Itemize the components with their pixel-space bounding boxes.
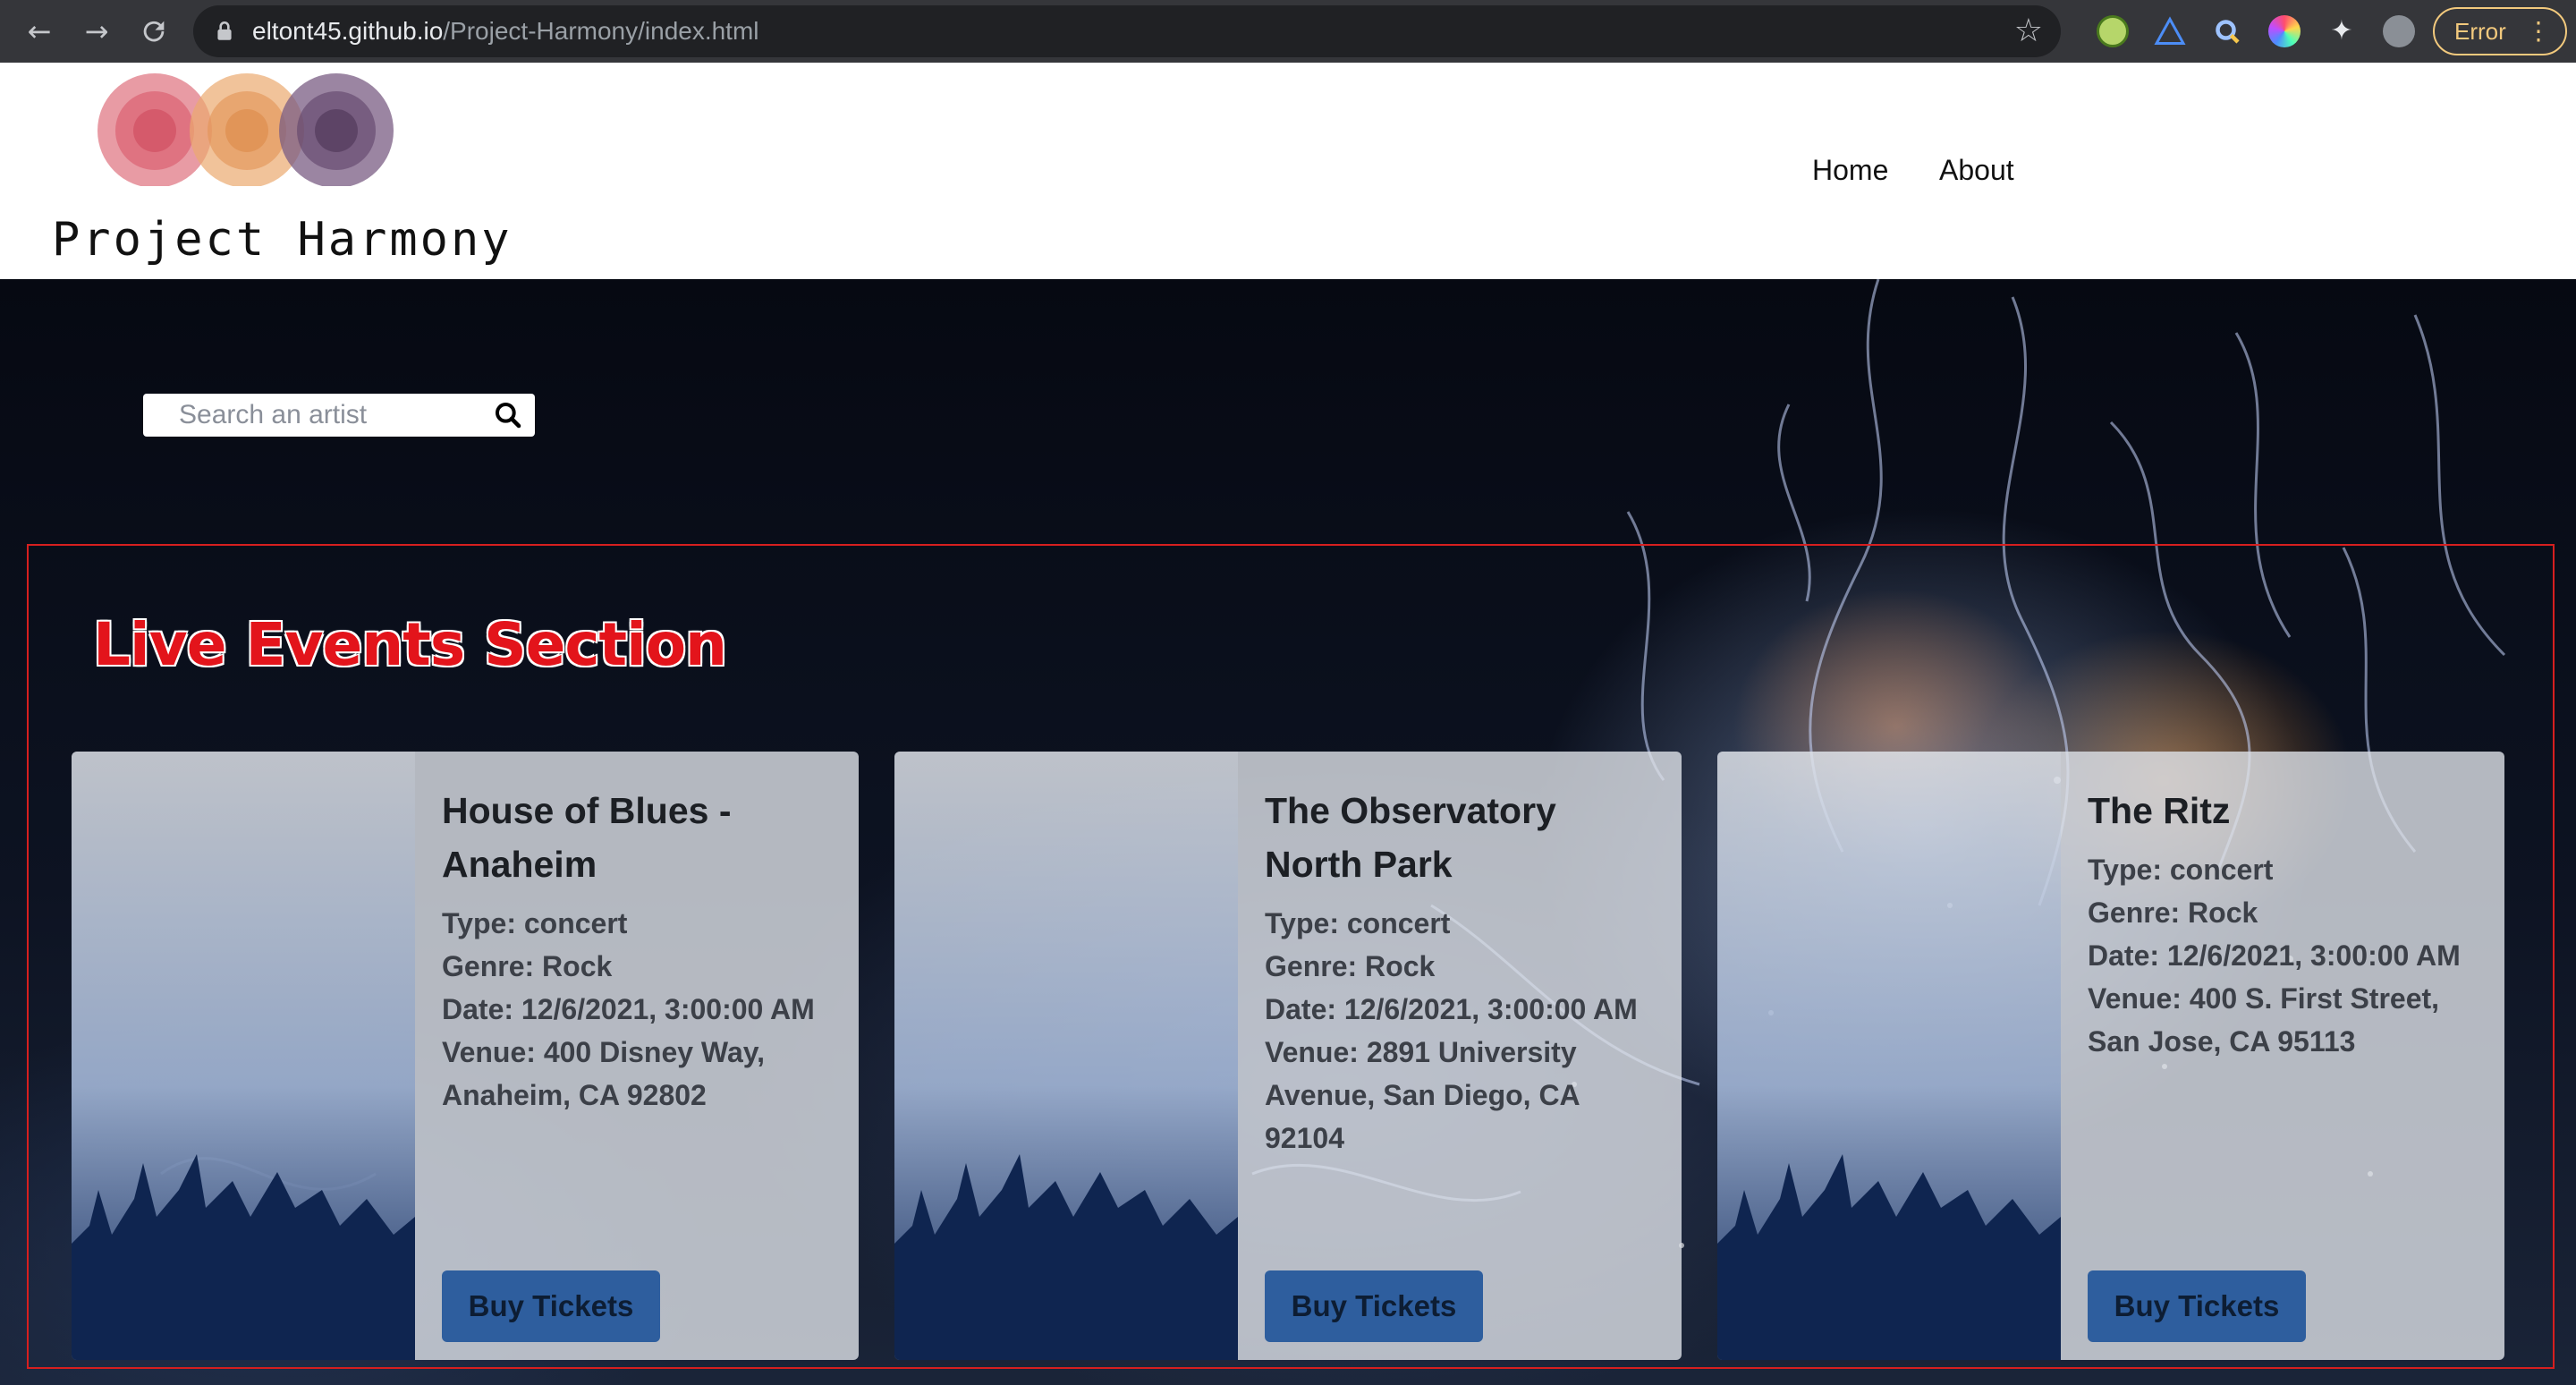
event-date: Date: 12/6/2021, 3:00:00 AM bbox=[2088, 939, 2461, 972]
lock-icon bbox=[217, 21, 232, 40]
crowd-image bbox=[72, 752, 415, 1360]
site-header: Project Harmony Home About bbox=[0, 63, 2576, 279]
extension-color-icon[interactable] bbox=[2268, 15, 2301, 47]
crowd-image bbox=[894, 752, 1238, 1360]
event-date: Date: 12/6/2021, 3:00:00 AM bbox=[1265, 993, 1638, 1025]
search-icon[interactable] bbox=[494, 401, 522, 429]
reload-icon[interactable] bbox=[134, 12, 174, 51]
event-type: Type: concert bbox=[442, 907, 628, 939]
section-title: Live Events Section bbox=[92, 609, 728, 680]
buy-tickets-button[interactable]: Buy Tickets bbox=[442, 1270, 660, 1342]
buy-tickets-button[interactable]: Buy Tickets bbox=[2088, 1270, 2306, 1342]
event-venue-address: Venue: 400 S. First Street, San Jose, CA… bbox=[2088, 982, 2440, 1058]
event-card: The Observatory North Park Type: concert… bbox=[894, 752, 1682, 1360]
venue-name: House of Blues - Anaheim bbox=[442, 790, 732, 885]
event-card: The Ritz Type: concert Genre: Rock Date:… bbox=[1717, 752, 2504, 1360]
event-genre: Genre: Rock bbox=[1265, 950, 1436, 982]
browser-toolbar: ← → eltont45.github.io/Project-Harmony/i… bbox=[0, 0, 2576, 63]
error-button[interactable]: Error ⋮ bbox=[2433, 7, 2567, 55]
artist-search bbox=[143, 394, 535, 437]
more-menu-icon[interactable]: ⋮ bbox=[2526, 16, 2551, 46]
nav-home-link[interactable]: Home bbox=[1812, 154, 1888, 187]
event-venue-address: Venue: 2891 University Avenue, San Diego… bbox=[1265, 1036, 1580, 1154]
logo-icon[interactable] bbox=[97, 70, 401, 186]
avatar[interactable] bbox=[2383, 15, 2415, 47]
buy-tickets-button[interactable]: Buy Tickets bbox=[1265, 1270, 1483, 1342]
event-genre: Genre: Rock bbox=[442, 950, 613, 982]
crowd-image bbox=[1717, 752, 2061, 1360]
logo-text: Project Harmony bbox=[52, 213, 513, 267]
bookmark-star-icon[interactable]: ☆ bbox=[2014, 13, 2043, 49]
address-bar[interactable]: eltont45.github.io/Project-Harmony/index… bbox=[193, 5, 2061, 57]
event-date: Date: 12/6/2021, 3:00:00 AM bbox=[442, 993, 815, 1025]
arrow-left-icon[interactable]: ← bbox=[20, 12, 59, 51]
puzzle-icon[interactable]: ✦ bbox=[2326, 15, 2358, 47]
nav-about-link[interactable]: About bbox=[1939, 154, 2014, 187]
venue-name: The Observatory North Park bbox=[1265, 790, 1556, 885]
event-venue-address: Venue: 400 Disney Way, Anaheim, CA 92802 bbox=[442, 1036, 766, 1111]
hero-section: Live Events Section House of Blues - Ana… bbox=[0, 279, 2576, 1385]
event-card: House of Blues - Anaheim Type: concert G… bbox=[72, 752, 859, 1360]
url-text: eltont45.github.io/Project-Harmony/index… bbox=[252, 17, 759, 45]
event-type: Type: concert bbox=[1265, 907, 1451, 939]
event-genre: Genre: Rock bbox=[2088, 896, 2258, 929]
search-input[interactable] bbox=[143, 394, 474, 437]
arrow-right-icon[interactable]: → bbox=[77, 12, 116, 51]
venue-name: The Ritz bbox=[2088, 790, 2231, 831]
extension-icon[interactable] bbox=[2097, 15, 2129, 47]
extension-triangle-icon[interactable] bbox=[2154, 15, 2186, 47]
extension-search-icon[interactable] bbox=[2211, 15, 2243, 47]
event-type: Type: concert bbox=[2088, 854, 2274, 886]
